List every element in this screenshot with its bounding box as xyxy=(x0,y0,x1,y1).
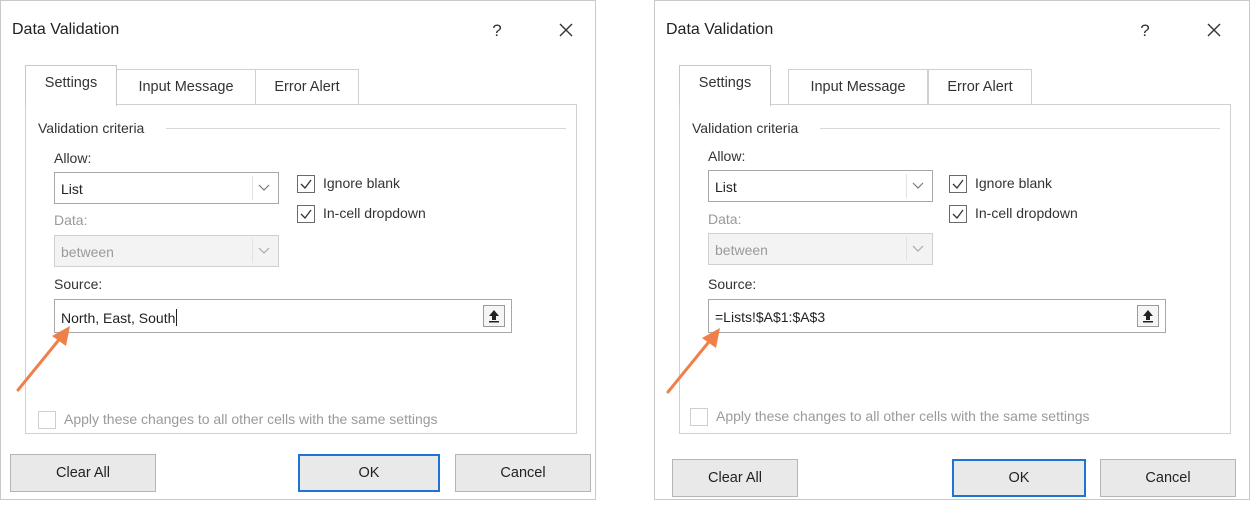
checkbox-box[interactable] xyxy=(297,205,315,223)
checkmark-icon xyxy=(300,179,312,189)
checkmark-icon xyxy=(952,209,964,219)
apply-to-all-label: Apply these changes to all other cells w… xyxy=(716,408,1090,424)
allow-label: Allow: xyxy=(708,148,746,164)
source-value: =Lists!$A$1:$A$3 xyxy=(715,309,826,325)
tab-settings[interactable]: Settings xyxy=(25,65,117,106)
tab-error-alert[interactable]: Error Alert xyxy=(255,69,359,104)
tab-input-message[interactable]: Input Message xyxy=(116,69,256,104)
data-dropdown: between xyxy=(708,233,933,265)
group-divider xyxy=(820,128,1220,129)
title-bar: Data Validation ? xyxy=(655,1,1249,57)
tab-error-alert[interactable]: Error Alert xyxy=(928,69,1032,104)
source-value: North, East, South xyxy=(61,309,178,326)
text-caret xyxy=(176,309,178,326)
data-label: Data: xyxy=(54,212,88,228)
chevron-down-icon xyxy=(258,184,270,191)
settings-panel: Validation criteria Allow: List Data: be… xyxy=(25,104,577,434)
close-button[interactable] xyxy=(1201,17,1227,43)
checkbox-box[interactable] xyxy=(949,205,967,223)
checkmark-icon xyxy=(952,179,964,189)
title-bar: Data Validation ? xyxy=(1,1,595,57)
data-value: between xyxy=(61,244,114,260)
data-validation-dialog: Data Validation ? Settings Input Message… xyxy=(0,0,596,500)
chevron-down-icon xyxy=(912,245,924,252)
cancel-button[interactable]: Cancel xyxy=(1100,459,1236,497)
source-input[interactable]: North, East, South xyxy=(54,299,512,333)
checkbox-box[interactable] xyxy=(297,175,315,193)
ok-button[interactable]: OK xyxy=(952,459,1086,497)
allow-value: List xyxy=(61,181,83,197)
validation-criteria-label: Validation criteria xyxy=(38,120,151,136)
allow-dropdown-button[interactable] xyxy=(906,174,929,198)
allow-dropdown[interactable]: List xyxy=(54,172,279,204)
settings-panel: Validation criteria Allow: List Data: be… xyxy=(679,104,1231,434)
data-dropdown-button xyxy=(252,239,275,263)
help-button[interactable]: ? xyxy=(1133,19,1157,43)
dialog-title: Data Validation xyxy=(12,21,120,38)
in-cell-dropdown-label: In-cell dropdown xyxy=(975,205,1078,221)
in-cell-dropdown-label: In-cell dropdown xyxy=(323,205,426,221)
data-value: between xyxy=(715,242,768,258)
data-label: Data: xyxy=(708,211,742,227)
dialog-title: Data Validation xyxy=(666,21,774,38)
clear-all-button[interactable]: Clear All xyxy=(10,454,156,492)
allow-label: Allow: xyxy=(54,150,92,166)
collapse-dialog-icon xyxy=(1143,310,1153,323)
allow-value: List xyxy=(715,179,737,195)
clear-all-button[interactable]: Clear All xyxy=(672,459,798,497)
allow-dropdown[interactable]: List xyxy=(708,170,933,202)
checkbox-box xyxy=(690,408,708,426)
apply-to-all-label: Apply these changes to all other cells w… xyxy=(64,411,438,427)
source-label: Source: xyxy=(708,276,757,292)
close-button[interactable] xyxy=(553,17,579,43)
allow-dropdown-button[interactable] xyxy=(252,176,275,200)
collapse-dialog-button[interactable] xyxy=(483,305,505,327)
ok-button[interactable]: OK xyxy=(298,454,440,492)
collapse-dialog-icon xyxy=(489,310,499,323)
source-input[interactable]: =Lists!$A$1:$A$3 xyxy=(708,299,1166,333)
annotation-arrow xyxy=(16,326,70,392)
chevron-down-icon xyxy=(258,247,270,254)
close-icon xyxy=(1207,23,1221,37)
source-label: Source: xyxy=(54,276,103,292)
chevron-down-icon xyxy=(912,182,924,189)
tab-settings[interactable]: Settings xyxy=(679,65,771,106)
collapse-dialog-button[interactable] xyxy=(1137,305,1159,327)
annotation-arrow xyxy=(666,328,720,394)
cancel-button[interactable]: Cancel xyxy=(455,454,591,492)
checkbox-box[interactable] xyxy=(949,175,967,193)
ignore-blank-label: Ignore blank xyxy=(323,175,401,191)
data-dropdown-button xyxy=(906,237,929,261)
ignore-blank-label: Ignore blank xyxy=(975,175,1053,191)
checkbox-box xyxy=(38,411,56,429)
close-icon xyxy=(559,23,573,37)
validation-criteria-label: Validation criteria xyxy=(692,120,805,136)
help-button[interactable]: ? xyxy=(485,19,509,43)
group-divider xyxy=(166,128,566,129)
data-dropdown: between xyxy=(54,235,279,267)
checkmark-icon xyxy=(300,209,312,219)
tab-input-message[interactable]: Input Message xyxy=(788,69,928,104)
data-validation-dialog: Data Validation ? Settings Input Message… xyxy=(654,0,1250,500)
